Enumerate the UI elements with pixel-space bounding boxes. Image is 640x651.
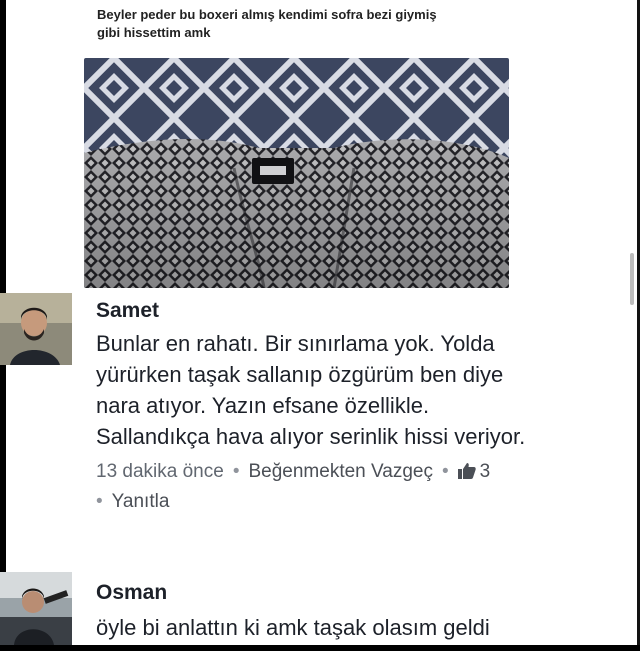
post-text: Beyler peder bu boxeri almış kendimi sof… [97, 6, 557, 42]
comment-meta: 13 dakika önce • Beğenmekten Vazgeç • 3 [96, 458, 632, 488]
comment-text: öyle bi anlattın ki amk taşak olasım gel… [96, 615, 490, 640]
unlike-button[interactable]: Beğenmekten Vazgeç [248, 461, 433, 482]
meta-separator: • [441, 461, 449, 482]
thumbs-up-icon [457, 460, 476, 488]
scrollbar[interactable] [630, 253, 634, 305]
like-count[interactable]: 3 [457, 461, 491, 482]
meta-separator: • [232, 461, 240, 482]
post-text-line: gibi hissettim amk [97, 25, 211, 40]
post-text-line: Beyler peder bu boxeri almış kendimi sof… [97, 7, 437, 22]
like-count-value: 3 [479, 461, 491, 482]
post-photo[interactable] [84, 58, 509, 288]
avatar[interactable] [0, 572, 72, 645]
comment-author[interactable]: Samet [96, 298, 632, 324]
comment-body: Osman öyle bi anlattın ki amk taşak olas… [96, 580, 632, 643]
comment-timestamp[interactable]: 13 dakika önce [96, 461, 224, 482]
comment-body: Samet Bunlar en rahatı. Bir sınırlama yo… [96, 298, 632, 516]
avatar[interactable] [0, 293, 72, 365]
reply-button[interactable]: Yanıtla [112, 491, 170, 512]
photo-frame-bottom [0, 645, 640, 651]
comment-text-line: nara atıyor. Yazın efsane özellikle. [96, 393, 430, 418]
comment-author[interactable]: Osman [96, 580, 632, 606]
comment-text-line: Bunlar en rahatı. Bir sınırlama yok. Yol… [96, 331, 495, 356]
comment-meta-row-2: • Yanıtla [96, 488, 632, 516]
comment-text-line: Sallandıkça hava alıyor serinlik hissi v… [96, 424, 526, 449]
boxer-shorts-photo [84, 58, 509, 288]
meta-separator: • [96, 491, 103, 512]
comment-text-line: yürürken taşak sallanıp özgürüm ben diye [96, 362, 504, 387]
comment-text: Bunlar en rahatı. Bir sınırlama yok. Yol… [96, 328, 632, 452]
